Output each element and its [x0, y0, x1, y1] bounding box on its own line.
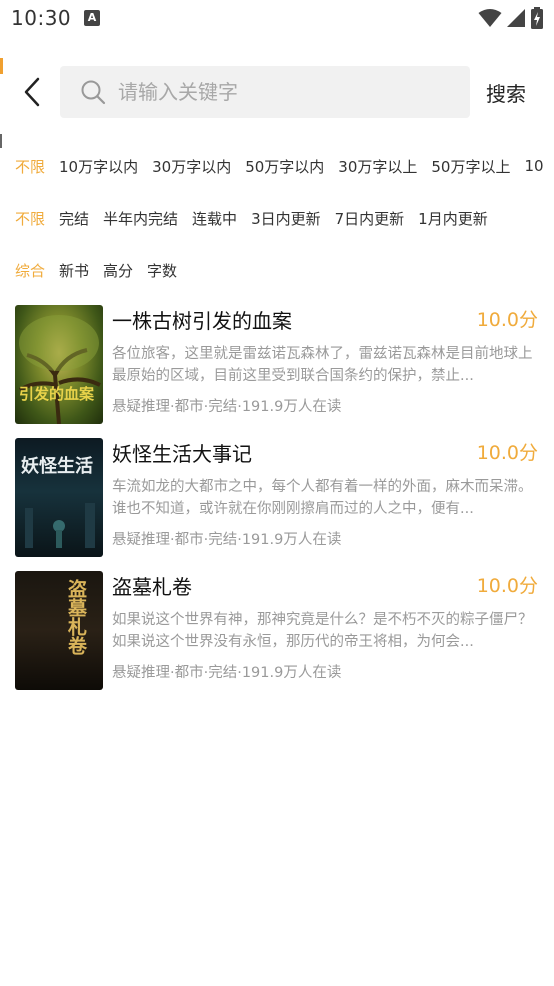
status-bar: 10:30 A: [0, 0, 554, 38]
sort-filter-option[interactable]: 新书: [59, 260, 89, 281]
word-count-filter-option[interactable]: 10万字以内: [59, 156, 138, 177]
status-filter-option[interactable]: 3日内更新: [251, 208, 321, 229]
book-cover[interactable]: 盗墓札卷: [15, 571, 103, 690]
book-score: 10.0分: [476, 309, 538, 331]
notification-a-icon: A: [84, 10, 100, 26]
book-title: 一株古树引发的血案: [112, 309, 292, 333]
status-icons: [478, 6, 544, 30]
sort-filter-option[interactable]: 字数: [147, 260, 177, 281]
search-button[interactable]: 搜索: [486, 78, 526, 107]
word-count-filter-option[interactable]: 不限: [15, 156, 45, 177]
word-count-filter-option[interactable]: 50万字以上: [431, 156, 510, 177]
status-time: 10:30: [11, 6, 72, 30]
book-item[interactable]: 盗墓札卷 盗墓札卷 10.0分 如果说这个世界有神，那神究竟是什么？是不朽不灭的…: [15, 571, 540, 691]
search-icon: [81, 80, 106, 105]
book-description: 如果说这个世界有神，那神究竟是什么？是不朽不灭的粽子僵尸？如果说这个世界没有永恒…: [112, 612, 533, 650]
signal-icon: [507, 9, 525, 27]
edge-mark-orange: [0, 58, 3, 74]
wifi-icon: [478, 9, 502, 27]
chevron-left-icon: [24, 77, 40, 107]
status-filter-option[interactable]: 完结: [59, 208, 89, 229]
book-meta: 悬疑推理·都市·完结·191.9万人在读: [112, 399, 342, 415]
word-count-filter-option[interactable]: 50万字以内: [245, 156, 324, 177]
book-meta: 悬疑推理·都市·完结·191.9万人在读: [112, 532, 342, 548]
book-item[interactable]: 引发的血案 一株古树引发的血案 10.0分 各位旅客，这里就是雷兹诺瓦森林了，雷…: [15, 305, 540, 425]
cover-title-text: 盗墓札卷: [65, 579, 87, 655]
book-description: 车流如龙的大都市之中，每个人都有着一样的外面，麻木而呆滞。谁也不知道，或许就在你…: [112, 479, 533, 517]
search-box[interactable]: [60, 66, 470, 118]
cover-title-text: 妖怪生活: [21, 456, 93, 477]
sort-filter-option[interactable]: 高分: [103, 260, 133, 281]
book-title: 妖怪生活大事记: [112, 442, 252, 466]
filter-row-status: 不限 完结 半年内完结 连载中 3日内更新 7日内更新 1月内更新: [15, 205, 554, 231]
book-score: 10.0分: [476, 575, 538, 597]
word-count-filter-option[interactable]: 10: [524, 157, 543, 175]
battery-charging-icon: [531, 7, 543, 29]
book-description: 各位旅客，这里就是雷兹诺瓦森林了，雷兹诺瓦森林是目前地球上最原始的区域，目前这里…: [112, 346, 533, 384]
book-cover[interactable]: 引发的血案: [15, 305, 103, 424]
edge-mark-gray: [0, 134, 2, 148]
word-count-filter-option[interactable]: 30万字以上: [338, 156, 417, 177]
status-filter-option[interactable]: 半年内完结: [103, 208, 178, 229]
filter-row-sort: 综合 新书 高分 字数: [15, 257, 554, 283]
book-score: 10.0分: [476, 442, 538, 464]
cover-title-text: 引发的血案: [19, 385, 95, 403]
book-cover[interactable]: 妖怪生活: [15, 438, 103, 557]
book-meta: 悬疑推理·都市·完结·191.9万人在读: [112, 665, 342, 681]
filter-row-word-count: 不限 10万字以内 30万字以内 50万字以内 30万字以上 50万字以上 10: [15, 153, 554, 179]
back-button[interactable]: [14, 74, 50, 110]
book-item[interactable]: 妖怪生活 妖怪生活大事记 10.0分 车流如龙的大都市之中，每个人都有着一样的外…: [15, 438, 540, 558]
status-filter-option[interactable]: 不限: [15, 208, 45, 229]
word-count-filter-option[interactable]: 30万字以内: [152, 156, 231, 177]
sort-filter-option[interactable]: 综合: [15, 260, 45, 281]
status-filter-option[interactable]: 1月内更新: [418, 208, 488, 229]
book-title: 盗墓札卷: [112, 575, 192, 599]
search-input[interactable]: [118, 66, 458, 118]
status-filter-option[interactable]: 7日内更新: [335, 208, 405, 229]
status-filter-option[interactable]: 连载中: [192, 208, 237, 229]
